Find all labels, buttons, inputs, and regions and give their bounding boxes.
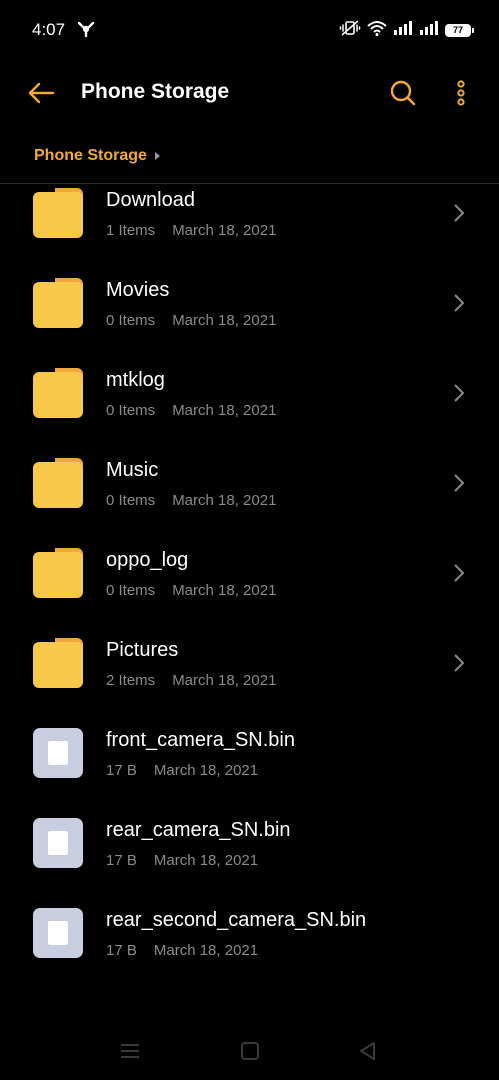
item-meta: 0 Items March 18, 2021 <box>106 402 276 419</box>
chevron-right-icon <box>452 562 466 584</box>
item-name: Music <box>106 459 159 481</box>
item-count: 0 Items <box>106 582 156 599</box>
chevron-right-icon <box>452 292 466 314</box>
back-triangle-icon[interactable] <box>357 1040 379 1062</box>
status-bar: 4:07 77 <box>0 0 499 60</box>
item-date: March 18, 2021 <box>172 222 277 239</box>
item-name: rear_second_camera_SN.bin <box>106 909 367 931</box>
folder-icon <box>33 458 83 508</box>
list-item-folder[interactable]: Movies 0 Items March 18, 2021 <box>0 260 499 350</box>
item-size: 17 B <box>106 852 137 869</box>
back-arrow-icon[interactable] <box>28 80 56 106</box>
status-time: 4:07 <box>32 20 66 39</box>
item-date: March 18, 2021 <box>172 492 277 509</box>
file-list: Download 1 Items March 18, 2021 Movies 0… <box>0 184 499 1014</box>
file-icon <box>33 728 83 778</box>
chevron-right-icon <box>452 382 466 404</box>
battery-icon: 77 <box>445 23 474 37</box>
signal-icon-2 <box>419 20 439 41</box>
item-meta: 17 B March 18, 2021 <box>106 942 258 959</box>
item-meta: 17 B March 18, 2021 <box>106 762 258 779</box>
item-count: 2 Items <box>106 672 156 689</box>
list-item-folder[interactable]: oppo_log 0 Items March 18, 2021 <box>0 530 499 620</box>
item-date: March 18, 2021 <box>153 762 259 779</box>
item-date: March 18, 2021 <box>172 402 277 419</box>
file-icon <box>33 908 83 958</box>
item-name: oppo_log <box>106 549 189 571</box>
home-icon[interactable] <box>239 1040 261 1062</box>
folder-icon <box>33 278 83 328</box>
menu-icon[interactable] <box>119 1040 141 1062</box>
folder-icon <box>33 368 83 418</box>
vibrate-icon <box>339 19 361 42</box>
chevron-right-icon <box>452 472 466 494</box>
wifi-icon <box>367 20 387 41</box>
list-item-folder[interactable]: Pictures 2 Items March 18, 2021 <box>0 620 499 710</box>
chevron-right-icon <box>452 202 466 224</box>
item-name: mtklog <box>106 369 165 391</box>
file-icon <box>33 818 83 868</box>
item-count: 0 Items <box>106 492 156 509</box>
item-size: 17 B <box>106 762 137 779</box>
notification-icon <box>76 19 96 39</box>
item-meta: 0 Items March 18, 2021 <box>106 582 276 599</box>
item-count: 0 Items <box>106 402 156 419</box>
item-date: March 18, 2021 <box>153 942 259 959</box>
item-meta: 17 B March 18, 2021 <box>106 852 258 869</box>
list-item-file[interactable]: rear_camera_SN.bin 17 B March 18, 2021 <box>0 800 499 890</box>
item-meta: 0 Items March 18, 2021 <box>106 492 276 509</box>
item-name: Download <box>106 189 195 211</box>
list-item-folder[interactable]: mtklog 0 Items March 18, 2021 <box>0 350 499 440</box>
item-size: 17 B <box>106 942 137 959</box>
item-name: Movies <box>106 279 170 301</box>
app-bar: Phone Storage <box>0 60 499 126</box>
item-name: Pictures <box>106 639 179 661</box>
item-meta: 1 Items March 18, 2021 <box>106 222 276 239</box>
status-icons: 77 <box>339 19 474 42</box>
list-item-file[interactable]: front_camera_SN.bin 17 B March 18, 2021 <box>0 710 499 800</box>
item-date: March 18, 2021 <box>153 852 259 869</box>
list-item-folder[interactable]: Music 0 Items March 18, 2021 <box>0 440 499 530</box>
breadcrumb-arrow-icon <box>154 152 160 160</box>
item-count: 1 Items <box>106 222 156 239</box>
item-meta: 2 Items March 18, 2021 <box>106 672 276 689</box>
item-date: March 18, 2021 <box>172 312 277 329</box>
folder-icon <box>33 188 83 238</box>
item-date: March 18, 2021 <box>172 582 277 599</box>
item-date: March 18, 2021 <box>172 672 277 689</box>
item-name: rear_camera_SN.bin <box>106 819 291 841</box>
page-title: Phone Storage <box>81 80 230 103</box>
folder-icon <box>33 548 83 598</box>
item-count: 0 Items <box>106 312 156 329</box>
list-item-folder[interactable]: Download 1 Items March 18, 2021 <box>0 184 499 260</box>
search-icon[interactable] <box>389 79 417 107</box>
breadcrumb-label[interactable]: Phone Storage <box>34 147 147 165</box>
navigation-bar <box>0 1020 499 1080</box>
list-item-file[interactable]: rear_second_camera_SN.bin 17 B March 18,… <box>0 890 499 980</box>
folder-icon <box>33 638 83 688</box>
item-name: front_camera_SN.bin <box>106 729 295 751</box>
breadcrumb[interactable]: Phone Storage <box>34 146 160 166</box>
signal-icon <box>393 20 413 41</box>
item-meta: 0 Items March 18, 2021 <box>106 312 276 329</box>
more-vertical-icon[interactable] <box>450 79 472 107</box>
chevron-right-icon <box>452 652 466 674</box>
